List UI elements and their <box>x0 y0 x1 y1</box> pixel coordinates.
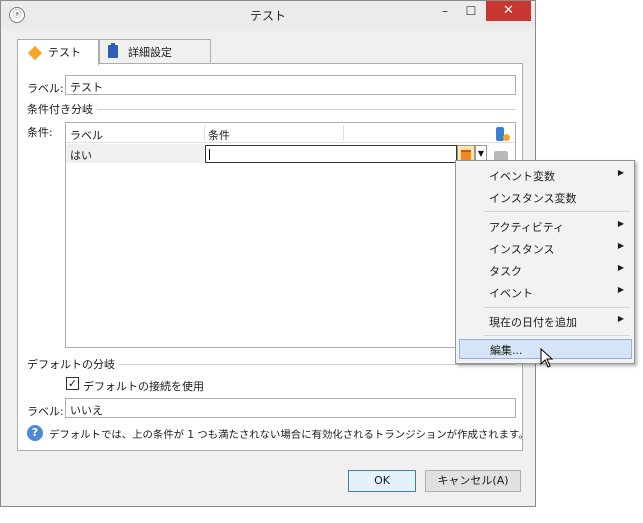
use-default-label[interactable]: デフォルトの接続を使用 <box>83 378 204 394</box>
menu-item-instance[interactable]: インスタンス ▶ <box>459 238 632 258</box>
cancel-button[interactable]: キャンセル(A) <box>425 470 521 492</box>
default-label-caption: ラベル: <box>27 405 64 418</box>
info-icon: ? <box>27 425 43 441</box>
menu-item-task[interactable]: タスク ▶ <box>459 260 632 280</box>
column-divider[interactable] <box>204 125 205 141</box>
chevron-right-icon: ▶ <box>617 219 624 228</box>
conditional-branch-section: 条件付き分岐 <box>27 101 516 117</box>
context-menu: イベント変数 ▶ インスタンス変数 アクティビティ ▶ インスタンス ▶ タスク ▶ イ… <box>455 160 635 364</box>
grid-header: ラベル 条件 <box>66 123 515 143</box>
menu-item-event[interactable]: イベント ▶ <box>459 282 632 302</box>
grid-header-label: ラベル <box>70 129 103 142</box>
default-label-input[interactable]: いいえ <box>65 398 516 418</box>
menu-separator <box>484 307 630 308</box>
chevron-right-icon: ▶ <box>617 241 624 250</box>
maximize-button[interactable]: ☐ <box>459 1 483 21</box>
ok-button[interactable]: OK <box>348 470 416 492</box>
add-condition-icon[interactable] <box>494 126 510 144</box>
table-row[interactable]: はい ▼ <box>66 144 515 163</box>
section-divider <box>97 108 516 110</box>
text-caret <box>209 149 210 160</box>
menu-separator <box>484 211 630 212</box>
menu-item-instance-variables[interactable]: インスタンス変数 <box>459 187 632 207</box>
conditions-caption: 条件: <box>27 126 53 139</box>
default-branch-heading: デフォルトの分岐 <box>27 358 115 371</box>
use-default-checkbox[interactable]: ✓ <box>66 377 79 390</box>
menu-item-event-variables[interactable]: イベント変数 ▶ <box>459 165 632 185</box>
default-branch-section: デフォルトの分岐 <box>27 356 516 372</box>
row-label-cell[interactable]: はい <box>66 144 204 163</box>
diamond-icon <box>27 45 43 61</box>
menu-item-add-current-date[interactable]: 現在の日付を追加 ▶ <box>459 311 632 331</box>
minimize-button[interactable]: – <box>433 1 457 21</box>
title-bar: ⓐ テスト – ☐ ✕ <box>1 1 535 30</box>
menu-separator <box>484 335 630 336</box>
grid-header-condition: 条件 <box>208 129 230 142</box>
column-divider[interactable] <box>343 125 344 141</box>
condition-input[interactable] <box>205 145 457 163</box>
chevron-right-icon: ▶ <box>617 314 624 323</box>
label-caption: ラベル: <box>27 82 64 95</box>
label-input[interactable]: テスト <box>65 75 516 95</box>
conditional-branch-heading: 条件付き分岐 <box>27 103 93 116</box>
close-button[interactable]: ✕ <box>486 1 531 21</box>
tab-test-label: テスト <box>48 46 81 59</box>
clipboard-icon <box>108 43 118 58</box>
chevron-right-icon: ▶ <box>617 168 624 177</box>
menu-item-activity[interactable]: アクティビティ ▶ <box>459 216 632 236</box>
chevron-right-icon: ▶ <box>617 263 624 272</box>
tab-advanced-label: 詳細設定 <box>128 46 172 59</box>
info-text: デフォルトでは、上の条件が 1 つも満たされない場合に有効化されるトランジション… <box>49 429 529 441</box>
conditions-grid: ラベル 条件 はい ▼ <box>65 122 516 348</box>
tab-advanced-settings[interactable]: 詳細設定 <box>99 39 211 63</box>
mouse-pointer-icon <box>540 348 554 368</box>
chevron-right-icon: ▶ <box>617 285 624 294</box>
tab-test[interactable]: テスト <box>17 39 99 65</box>
